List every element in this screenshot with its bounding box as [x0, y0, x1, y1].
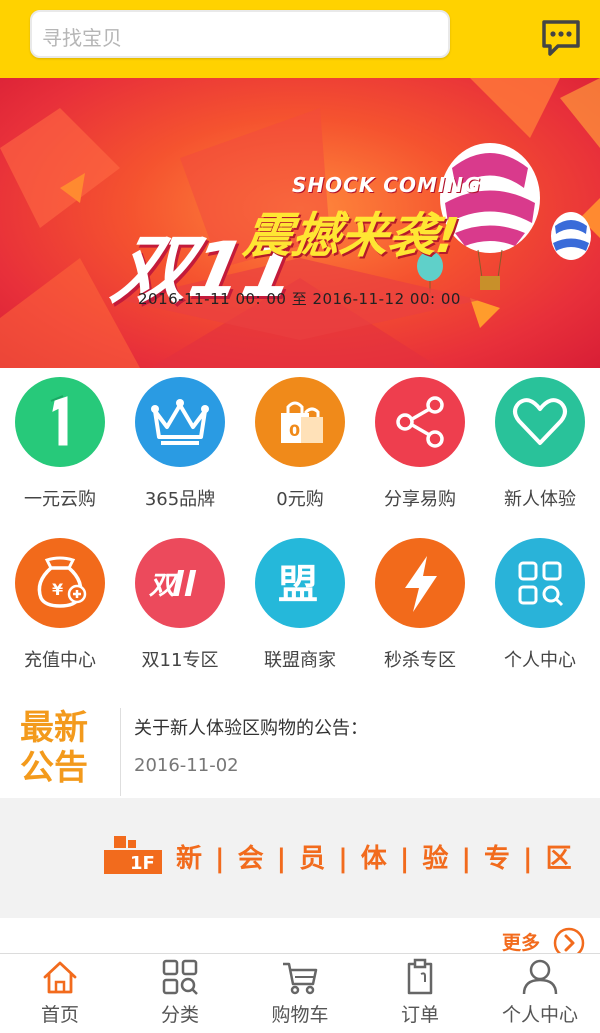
tab-label: 个人中心	[501, 1004, 578, 1026]
grid-item-alliance-merchants[interactable]: 盟 联盟商家	[240, 538, 360, 688]
tab-category[interactable]: 分类	[120, 954, 240, 1033]
announcement-title[interactable]: 关于新人体验区购物的公告：	[134, 714, 368, 740]
top-header: 寻找宝贝	[0, 0, 600, 78]
tab-home[interactable]: 首页	[0, 954, 120, 1033]
banner-chinese-slogan: 震撼来袭!	[240, 208, 463, 264]
grid-label: 秒杀专区	[384, 650, 456, 671]
home-icon	[43, 961, 77, 994]
lightning-icon	[375, 538, 465, 628]
search-placeholder: 寻找宝贝	[42, 26, 122, 50]
announcement-tag: 最新 公告	[20, 708, 104, 788]
grid-item-share-buy[interactable]: 分享易购	[360, 377, 480, 527]
grid-label: 分享易购	[384, 489, 456, 510]
announcement-date: 2016-11-02	[134, 755, 239, 776]
grid-item-365-brand[interactable]: 365品牌	[120, 377, 240, 527]
grid-search-icon	[495, 538, 585, 628]
grid-label: 个人中心	[504, 650, 576, 671]
moneybag-icon: ¥	[15, 538, 105, 628]
grid-label: 联盟商家	[264, 650, 336, 671]
more-link[interactable]: 更多	[502, 928, 540, 955]
grid-item-zero-buy[interactable]: 0 0元购	[240, 377, 360, 527]
svg-text:盟: 盟	[278, 562, 318, 608]
grid-item-one-yuan[interactable]: 一元云购	[0, 377, 120, 527]
announcement-divider	[120, 708, 121, 796]
tab-label: 购物车	[271, 1004, 329, 1026]
grid-label: 0元购	[276, 489, 324, 510]
grid-item-personal-center[interactable]: 个人中心	[480, 538, 600, 688]
grid-label: 一元云购	[24, 489, 96, 510]
tab-cart[interactable]: 购物车	[240, 954, 360, 1033]
announcement-tag-line2: 公告	[20, 748, 88, 788]
bottom-tab-bar: 首页 分类 购物车 订单 个人中心	[0, 953, 600, 1033]
banner-english-slogan: SHOCK COMING	[292, 173, 482, 197]
banner-date-range: 2016-11-11 00: 00 至 2016-11-12 00: 00	[138, 290, 461, 308]
grid-label: 365品牌	[144, 489, 216, 510]
floor-badge-text: 1F	[130, 853, 155, 874]
tab-label: 首页	[40, 1004, 79, 1026]
grid-label: 新人体验	[504, 489, 576, 510]
one-icon	[15, 377, 105, 467]
grid-label: 双11专区	[141, 650, 219, 671]
search-input[interactable]: 寻找宝贝	[30, 10, 450, 58]
svg-text:双: 双	[149, 571, 179, 601]
bag-icon: 0	[255, 377, 345, 467]
grid-item-recharge[interactable]: ¥ 充值中心	[0, 538, 120, 688]
tab-profile[interactable]: 个人中心	[480, 954, 600, 1033]
announcement-bar[interactable]: 最新 公告 关于新人体验区购物的公告： 2016-11-02	[0, 700, 600, 798]
tab-order[interactable]: 订单	[360, 954, 480, 1033]
user-icon	[522, 959, 558, 995]
message-icon[interactable]	[540, 18, 582, 60]
tab-label: 订单	[400, 1004, 439, 1026]
share-icon	[375, 377, 465, 467]
double11-icon: 双	[135, 538, 225, 628]
alliance-icon: 盟	[255, 538, 345, 628]
cart-icon	[283, 962, 318, 995]
announcement-tag-line1: 最新	[20, 708, 88, 748]
floor-banner[interactable]: 1F 新 | 会 | 员 | 体 | 验 | 专 | 区	[0, 798, 600, 918]
category-icon	[162, 959, 198, 995]
tab-label: 分类	[160, 1004, 199, 1026]
grid-item-double11-zone[interactable]: 双 双11专区	[120, 538, 240, 688]
heart-icon	[495, 377, 585, 467]
promo-banner[interactable]: 双11 SHOCK COMING 震撼来袭! 2016-11-11 00: 00…	[0, 78, 600, 368]
floor-badge: 1F	[104, 836, 162, 874]
grid-item-flash-sale[interactable]: 秒杀专区	[360, 538, 480, 688]
svg-text:0: 0	[289, 421, 300, 440]
order-icon	[407, 958, 433, 995]
grid-label: 充值中心	[24, 650, 96, 671]
grid-item-newcomer[interactable]: 新人体验	[480, 377, 600, 527]
crown-icon	[135, 377, 225, 467]
floor-title: 新 | 会 | 员 | 体 | 验 | 专 | 区	[176, 844, 574, 874]
svg-text:¥: ¥	[52, 580, 63, 599]
